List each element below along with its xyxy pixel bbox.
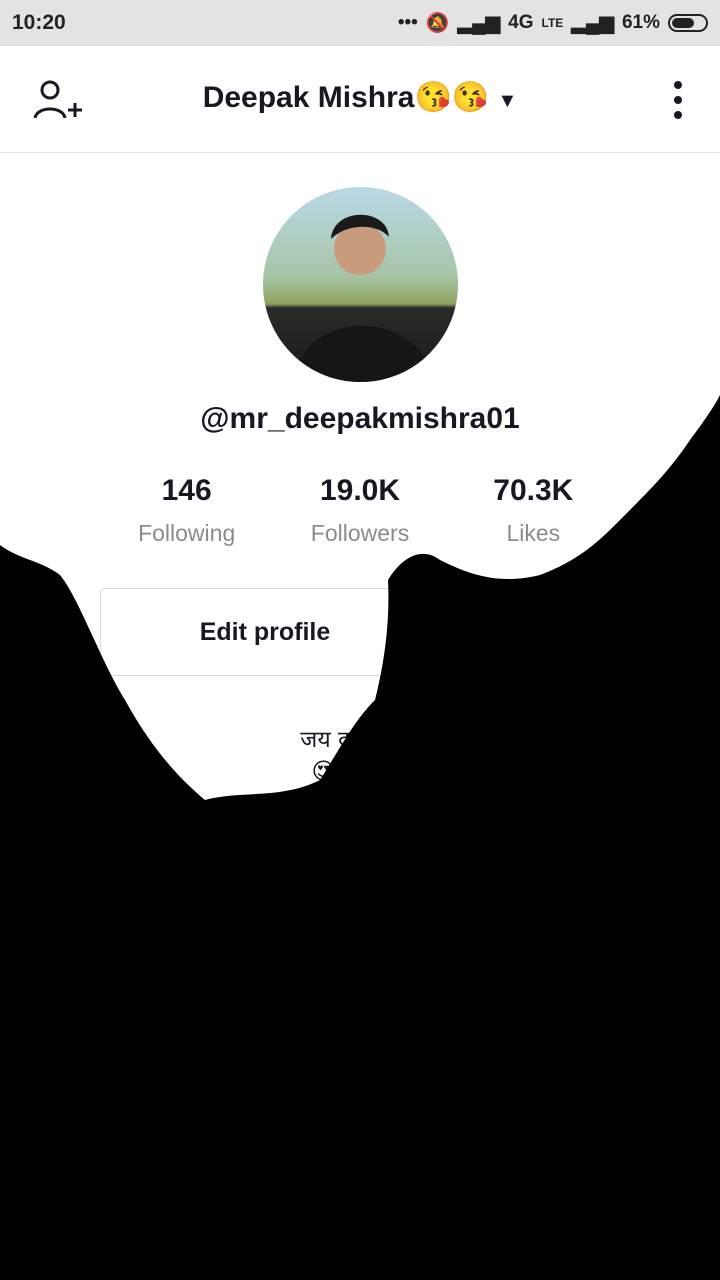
page-title: Deepak Mishra😘😘 — [202, 81, 490, 114]
avatar[interactable] — [263, 187, 458, 382]
edit-profile-button[interactable]: Edit profile — [100, 588, 430, 676]
stat-label: Likes — [506, 520, 561, 546]
profile-title-dropdown[interactable]: Deepak Mishra😘😘 ▼ — [0, 80, 720, 115]
status-time: 10:20 — [12, 11, 66, 34]
network-label: 4G — [508, 12, 534, 33]
profile-bio: जय दादा परश 😍 😍 लख — [230, 724, 490, 788]
signal-icon-2: ▂▄▆ — [571, 12, 614, 34]
stat-label: Following — [138, 520, 236, 546]
stat-value: 19.0K — [319, 474, 401, 507]
stat-followers[interactable]: 19.0K Followers — [273, 474, 446, 547]
more-vertical-icon[interactable] — [672, 80, 684, 120]
status-icons: ••• 🔕 ▂▄▆ 4G LTE ▂▄▆ 61% — [398, 11, 708, 35]
lte-label: LTE — [541, 16, 564, 30]
stat-following[interactable]: 146 Following — [100, 474, 273, 547]
battery-icon — [668, 14, 708, 32]
stat-label: Followers — [310, 520, 410, 546]
avatar-person-image — [293, 214, 433, 382]
caret-down-icon: ▼ — [497, 90, 518, 112]
bio-line: जय दादा परश — [300, 727, 420, 753]
signal-icon: ▂▄▆ — [457, 12, 501, 34]
profile-header: Deepak Mishra😘😘 ▼ — [0, 46, 720, 153]
profile-stats: 146 Following 19.0K Followers 70.3K Like… — [100, 474, 620, 547]
stat-value: 146 — [161, 474, 212, 507]
notification-dots-icon: ••• — [397, 12, 418, 33]
battery-text: 61% — [621, 12, 660, 33]
status-bar: 10:20 ••• 🔕 ▂▄▆ 4G LTE ▂▄▆ 61% — [0, 0, 720, 46]
profile-handle: @mr_deepakmishra01 — [200, 402, 520, 435]
mute-icon: 🔕 — [425, 13, 450, 34]
stat-likes[interactable]: 70.3K Likes — [447, 474, 620, 547]
stat-value: 70.3K — [493, 474, 574, 507]
bio-line: 😍 😍 लख — [311, 759, 409, 785]
